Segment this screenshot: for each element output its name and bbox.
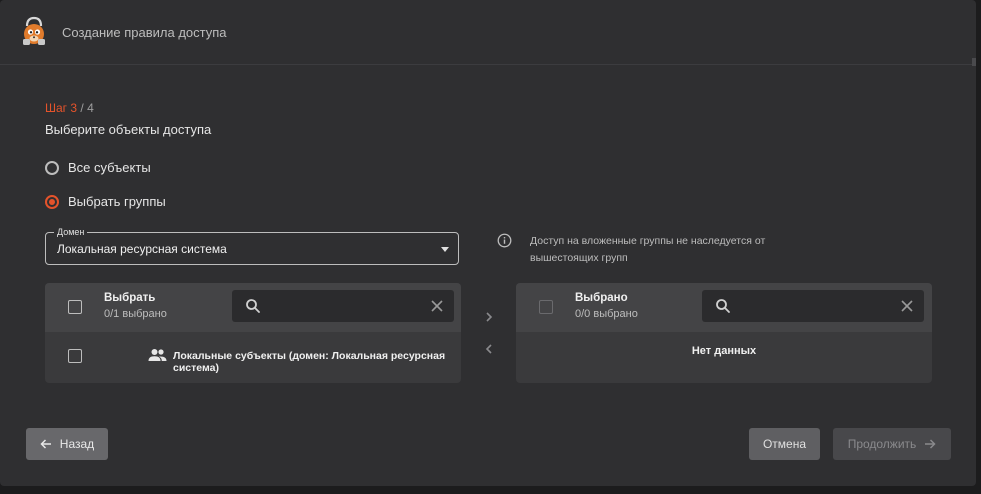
select-all-selected-checkbox[interactable] — [539, 300, 553, 314]
info-icon — [497, 233, 512, 248]
available-panel-header: Выбрать 0/1 выбрано — [45, 283, 461, 332]
dialog: Создание правила доступа Шаг 3 / 4 Выбер… — [0, 0, 976, 486]
selected-panel-count: 0/0 выбрано — [575, 308, 638, 320]
radio-circle-selected[interactable] — [45, 194, 59, 209]
step-heading: Выберите объекты доступа — [45, 122, 212, 137]
radio-select-groups[interactable]: Выбрать группы — [45, 194, 166, 209]
list-item-label: Локальные субъекты (домен: Локальная рес… — [173, 350, 446, 374]
step-current: Шаг 3 — [45, 101, 78, 115]
available-groups-panel: Выбрать 0/1 выбрано Локальные субъекты (… — [45, 283, 461, 383]
cancel-button-label: Отмена — [762, 437, 807, 451]
selected-search — [702, 290, 924, 322]
selected-groups-panel: Выбрано 0/0 выбрано Нет данных — [516, 283, 932, 383]
continue-button[interactable]: Продолжить — [833, 428, 951, 460]
caret-down-icon — [441, 247, 449, 252]
dialog-title: Создание правила доступа — [62, 25, 227, 40]
clear-icon[interactable] — [900, 299, 914, 313]
selected-panel-title: Выбрано — [575, 292, 628, 304]
radio-label: Выбрать группы — [68, 194, 166, 209]
select-all-checkbox[interactable] — [68, 300, 82, 314]
available-panel-title: Выбрать — [104, 292, 156, 304]
domain-select[interactable]: Домен Локальная ресурсная система — [45, 226, 459, 265]
arrow-left-icon — [40, 439, 51, 449]
chevron-right-icon[interactable] — [482, 310, 496, 324]
selected-panel-header: Выбрано 0/0 выбрано — [516, 283, 932, 332]
info-text: Доступ на вложенные группы не наследуетс… — [530, 235, 766, 264]
radio-all-subjects[interactable]: Все субъекты — [45, 160, 151, 175]
search-icon — [246, 299, 260, 313]
empty-state-text: Нет данных — [691, 345, 757, 357]
available-search — [232, 290, 454, 322]
radio-label: Все субъекты — [68, 160, 151, 175]
clear-icon[interactable] — [430, 299, 444, 313]
continue-button-label: Продолжить — [847, 437, 917, 451]
domain-select-legend: Домен — [54, 226, 88, 238]
cancel-button[interactable]: Отмена — [749, 428, 820, 460]
item-checkbox[interactable] — [68, 349, 82, 363]
available-panel-count: 0/1 выбрано — [104, 308, 167, 320]
step-separator: / — [77, 101, 88, 115]
back-button[interactable]: Назад — [26, 428, 108, 460]
group-icon — [148, 349, 167, 361]
domain-select-value: Локальная ресурсная система — [57, 242, 227, 256]
selected-search-input[interactable] — [736, 296, 890, 318]
back-button-label: Назад — [59, 437, 95, 451]
dialog-header: Создание правила доступа — [0, 0, 976, 65]
arrow-right-icon — [925, 439, 936, 449]
available-search-input[interactable] — [266, 296, 420, 318]
step-indicator: Шаг 3 / 4 — [45, 101, 94, 115]
step-total: 4 — [87, 101, 94, 115]
mascot-logo-icon — [23, 16, 45, 45]
chevron-left-icon[interactable] — [482, 342, 496, 356]
scrollbar[interactable] — [972, 58, 976, 66]
radio-circle[interactable] — [45, 160, 59, 175]
search-icon — [716, 299, 730, 313]
